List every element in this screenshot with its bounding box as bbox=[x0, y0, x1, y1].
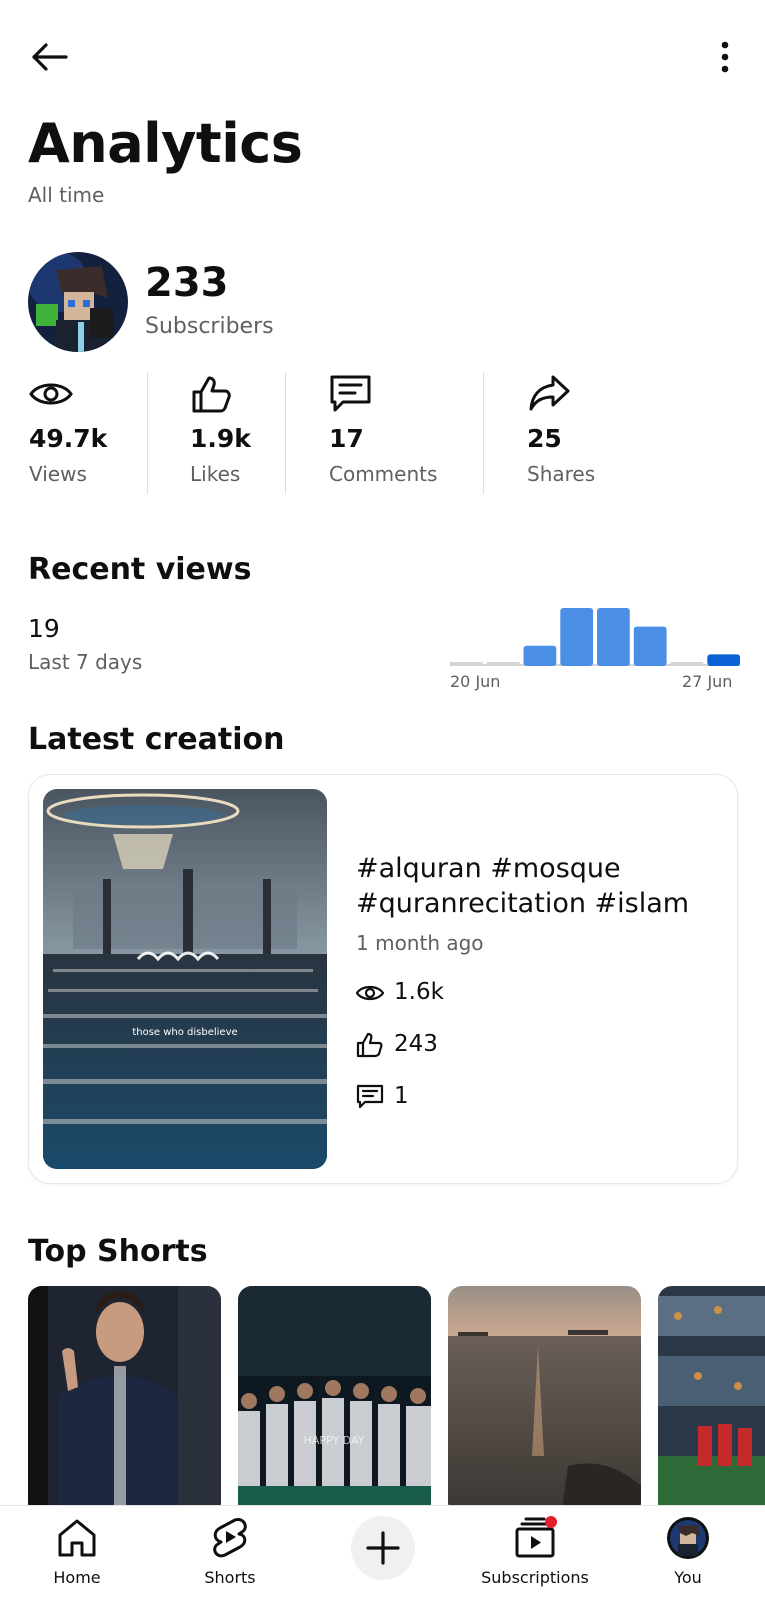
subscriptions-icon bbox=[515, 1516, 557, 1558]
divider bbox=[285, 372, 286, 494]
recent-views-period: Last 7 days bbox=[28, 650, 143, 674]
avatar-icon bbox=[667, 1517, 709, 1559]
page-title: Analytics bbox=[28, 112, 303, 175]
nav-shorts-label: Shorts bbox=[204, 1568, 256, 1587]
thumbnail-caption: those who disbelieve bbox=[132, 1027, 237, 1038]
latest-creation-title: Latest creation bbox=[28, 722, 285, 757]
short-thumbnail[interactable]: HAPPY DAY bbox=[238, 1286, 431, 1506]
more-options-button[interactable] bbox=[705, 34, 745, 80]
chart-baseline bbox=[450, 664, 740, 666]
chart-bar bbox=[707, 654, 741, 666]
eye-icon bbox=[29, 383, 73, 405]
chart-bar bbox=[670, 662, 704, 664]
chart-end-label: 27 Jun bbox=[682, 672, 733, 691]
short-caption: HAPPY DAY bbox=[304, 1434, 365, 1447]
top-shorts-row: HAPPY DAY bbox=[28, 1286, 765, 1506]
shares-value: 25 bbox=[527, 424, 562, 453]
notification-dot-icon bbox=[545, 1516, 557, 1528]
avatar[interactable] bbox=[28, 252, 128, 352]
subscriber-count: 233 bbox=[145, 260, 229, 306]
latest-views: 1.6k bbox=[356, 977, 556, 1009]
plus-icon bbox=[366, 1531, 400, 1565]
comments-label: Comments bbox=[329, 462, 438, 486]
arrow-left-icon bbox=[32, 43, 68, 71]
views-label: Views bbox=[29, 462, 87, 486]
likes-label: Likes bbox=[190, 462, 241, 486]
channel-summary: 233 Subscribers bbox=[28, 252, 728, 352]
subscriber-label: Subscribers bbox=[145, 314, 274, 339]
chart-bar bbox=[486, 662, 520, 664]
more-vertical-icon bbox=[721, 41, 729, 73]
latest-video-thumbnail[interactable]: those who disbelieve bbox=[43, 789, 327, 1169]
stats-row: 49.7k Views 1.9k Likes 17 Comments 25 Sh… bbox=[0, 372, 765, 494]
nav-subscriptions[interactable]: Subscriptions bbox=[475, 1506, 595, 1600]
chart-bar bbox=[450, 662, 483, 664]
create-button[interactable] bbox=[351, 1516, 415, 1580]
top-shorts-title: Top Shorts bbox=[28, 1234, 208, 1269]
views-value: 49.7k bbox=[29, 424, 108, 453]
chart-bar bbox=[560, 608, 594, 666]
nav-you[interactable]: You bbox=[628, 1506, 748, 1600]
latest-creation-card[interactable]: those who disbelieve #alquran #mosque #q… bbox=[28, 774, 738, 1184]
back-button[interactable] bbox=[26, 34, 72, 80]
recent-views-title: Recent views bbox=[28, 552, 252, 587]
latest-comments-value: 1 bbox=[394, 1083, 409, 1109]
divider bbox=[483, 372, 484, 494]
bottom-navigation: Home Shorts Subscriptions You bbox=[0, 1505, 765, 1600]
nav-you-label: You bbox=[674, 1568, 702, 1587]
eye-icon bbox=[356, 985, 384, 1001]
latest-comments: 1 bbox=[356, 1081, 556, 1113]
chart-bar bbox=[633, 626, 667, 666]
shorts-icon bbox=[213, 1518, 247, 1558]
nav-shorts[interactable]: Shorts bbox=[170, 1506, 290, 1600]
nav-home-label: Home bbox=[53, 1568, 101, 1587]
latest-likes-value: 243 bbox=[394, 1031, 438, 1057]
latest-likes: 243 bbox=[356, 1029, 556, 1061]
date-range-label: All time bbox=[28, 183, 105, 207]
latest-views-value: 1.6k bbox=[394, 979, 444, 1005]
chart-start-label: 20 Jun bbox=[450, 672, 501, 691]
home-icon bbox=[58, 1519, 96, 1557]
recent-views-count: 19 bbox=[28, 614, 60, 643]
nav-subscriptions-label: Subscriptions bbox=[481, 1568, 589, 1587]
shares-label: Shares bbox=[527, 462, 596, 486]
comments-value: 17 bbox=[329, 424, 364, 453]
chart-bar bbox=[597, 608, 630, 666]
comment-icon bbox=[330, 375, 371, 412]
share-icon bbox=[529, 375, 570, 411]
divider bbox=[147, 372, 148, 494]
short-thumbnail[interactable] bbox=[28, 1286, 221, 1506]
nav-home[interactable]: Home bbox=[17, 1506, 137, 1600]
latest-video-age: 1 month ago bbox=[356, 931, 484, 955]
thumbs-up-icon bbox=[356, 1032, 383, 1058]
latest-video-title[interactable]: #alquran #mosque #quranrecitation #islam bbox=[356, 851, 716, 921]
comment-icon bbox=[356, 1084, 384, 1109]
short-thumbnail[interactable] bbox=[448, 1286, 641, 1506]
thumbs-up-icon bbox=[192, 376, 231, 413]
short-thumbnail[interactable] bbox=[658, 1286, 765, 1506]
top-bar bbox=[0, 0, 765, 110]
chart-bar bbox=[523, 645, 557, 666]
likes-value: 1.9k bbox=[190, 424, 251, 453]
